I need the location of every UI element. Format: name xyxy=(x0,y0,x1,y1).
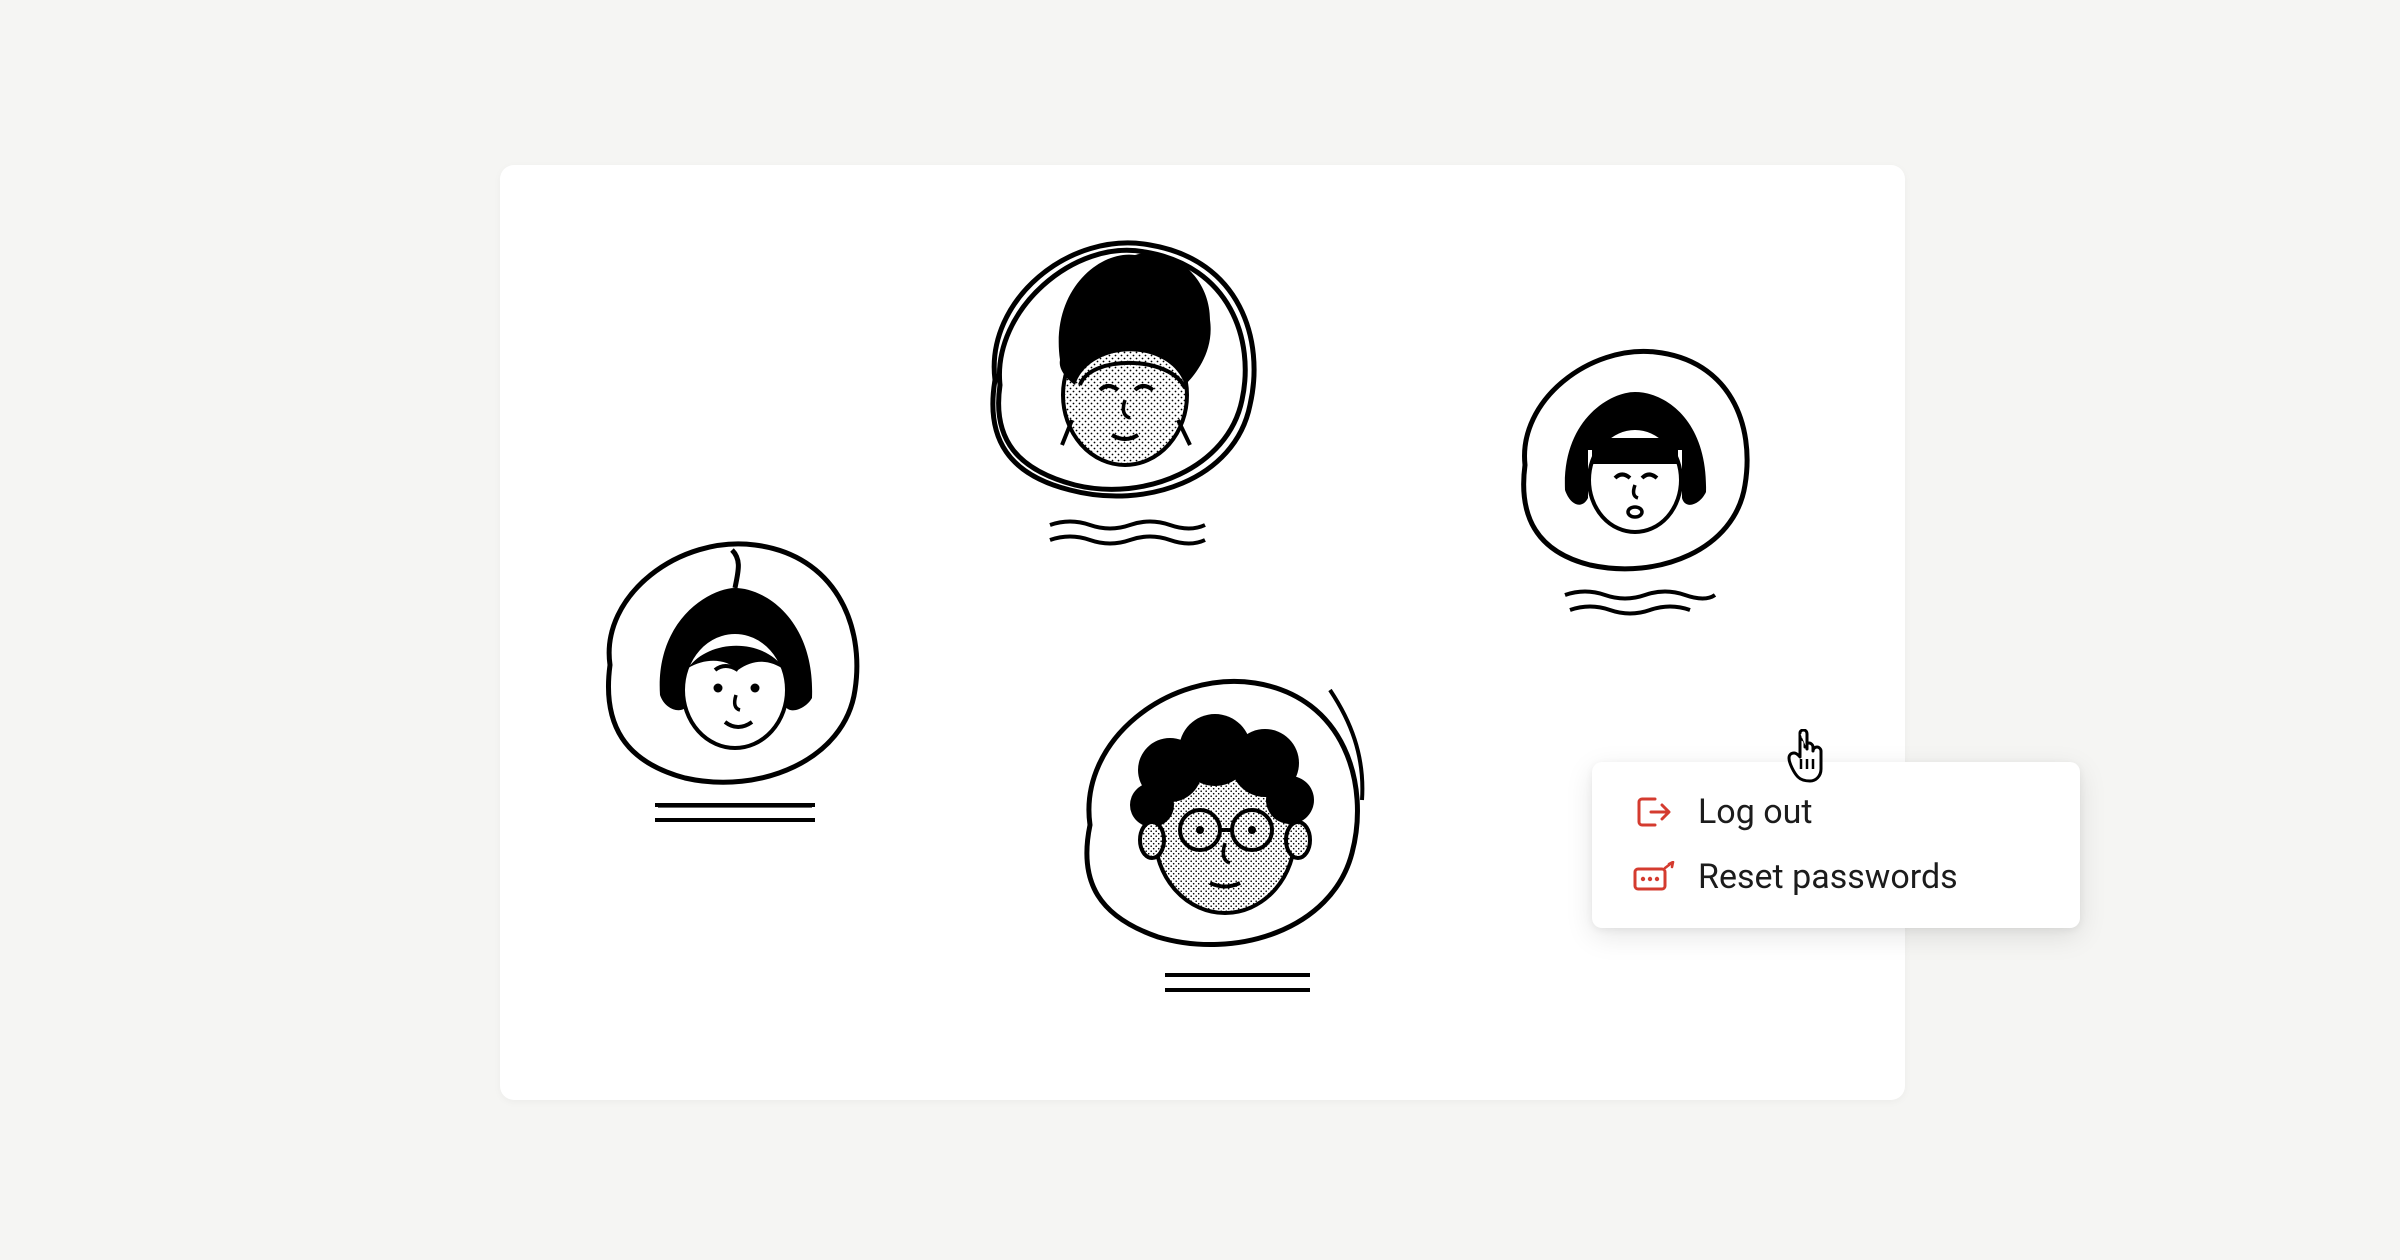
avatar-3 xyxy=(1480,320,1780,640)
menu-item-label: Log out xyxy=(1698,792,1812,833)
avatar-1 xyxy=(560,510,900,850)
menu-item-reset-passwords[interactable]: Reset passwords xyxy=(1592,845,2080,910)
avatar-4 xyxy=(1030,635,1410,1015)
menu-item-label: Reset passwords xyxy=(1698,857,1958,898)
reset-password-icon xyxy=(1632,859,1676,895)
illustration-card xyxy=(500,165,1905,1100)
logout-icon xyxy=(1632,794,1676,830)
avatar-2 xyxy=(940,210,1300,570)
context-menu: Log out Reset passwords xyxy=(1592,762,2080,928)
menu-item-logout[interactable]: Log out xyxy=(1592,780,2080,845)
